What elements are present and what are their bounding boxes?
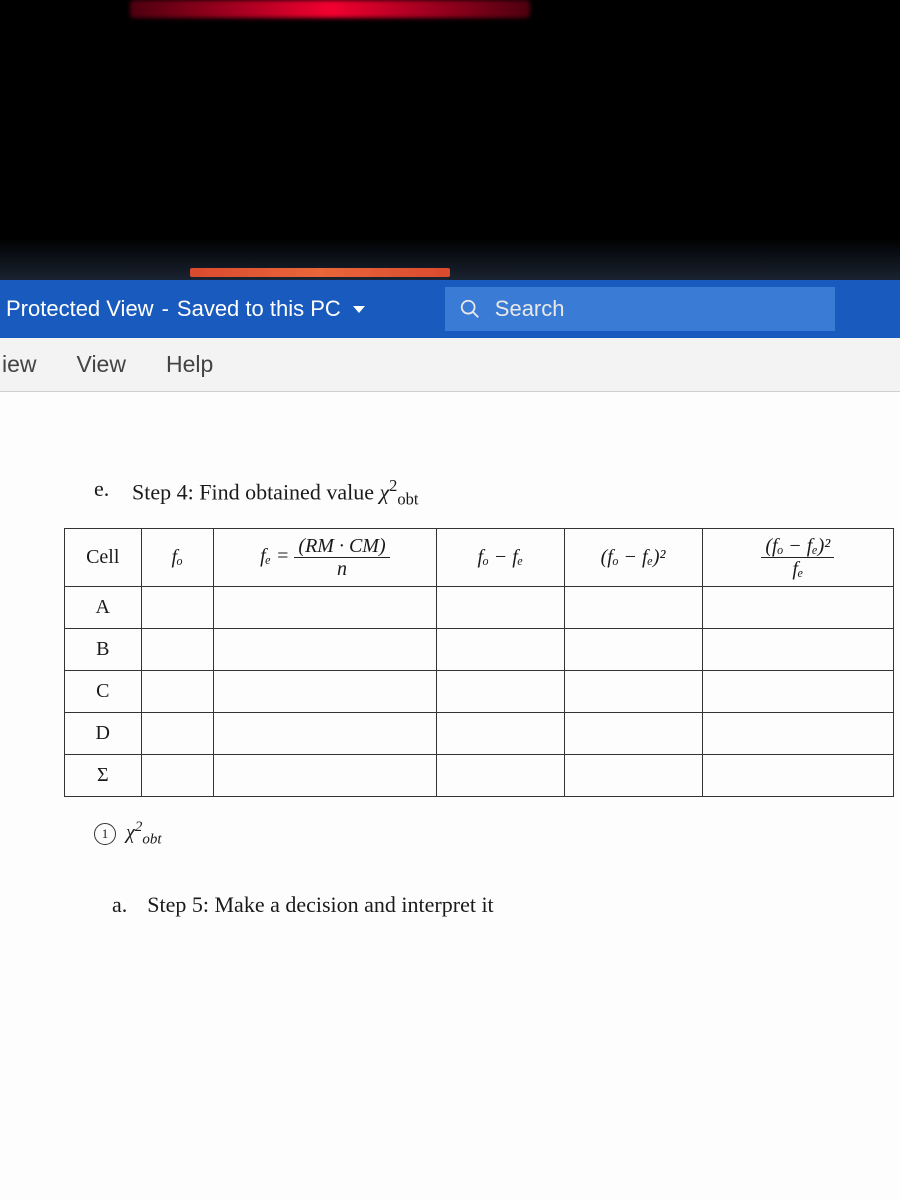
ribbon-tabs: iew View Help	[0, 338, 900, 392]
title-bar: Protected View - Saved to this PC Search	[0, 280, 900, 338]
save-status-label: Saved to this PC	[177, 296, 341, 322]
step4-heading: e. Step 4: Find obtained value χ2obt	[54, 476, 850, 510]
step4-marker: e.	[94, 476, 114, 510]
tab-review-partial[interactable]: iew	[0, 347, 39, 382]
th-fo: fₒ	[141, 528, 213, 586]
search-icon	[459, 298, 481, 320]
step5-marker: a.	[112, 892, 127, 918]
document-title-group[interactable]: Protected View - Saved to this PC	[0, 296, 365, 322]
red-light-reflection	[130, 0, 530, 18]
table-sigma-row: Σ	[65, 754, 894, 796]
th-cell: Cell	[65, 528, 142, 586]
protected-view-label: Protected View	[6, 296, 154, 322]
chevron-down-icon[interactable]	[353, 306, 365, 313]
step5-heading: a. Step 5: Make a decision and interpret…	[54, 892, 850, 918]
th-ratio: (fₒ − fₑ)² fₑ	[702, 528, 893, 586]
th-fe: fₑ = (RM · CM) n	[213, 528, 436, 586]
circled-one-icon: 1	[94, 823, 116, 845]
window-top-dark-area	[0, 0, 900, 280]
chi-obt-label: χ2obt	[126, 819, 161, 849]
orange-accent-bar	[190, 268, 450, 277]
step4-text: Step 4: Find obtained value χ2obt	[132, 476, 419, 510]
table-row: C	[65, 670, 894, 712]
table-row: A	[65, 586, 894, 628]
tab-help[interactable]: Help	[164, 347, 215, 382]
chi-square-table: Cell fₒ fₑ = (RM · CM) n fₒ − fₑ (fₒ − f…	[64, 528, 894, 797]
th-sq: (fₒ − fₑ)²	[564, 528, 702, 586]
table-row: D	[65, 712, 894, 754]
th-diff: fₒ − fₑ	[436, 528, 564, 586]
search-box[interactable]: Search	[445, 287, 835, 331]
chi-obt-result: 1 χ2obt	[54, 819, 850, 849]
document-page: e. Step 4: Find obtained value χ2obt Cel…	[0, 392, 900, 1200]
step5-text: Step 5: Make a decision and interpret it	[147, 892, 493, 918]
title-separator: -	[162, 296, 169, 322]
search-placeholder: Search	[495, 296, 565, 322]
tab-view[interactable]: View	[75, 347, 128, 382]
table-row: B	[65, 628, 894, 670]
